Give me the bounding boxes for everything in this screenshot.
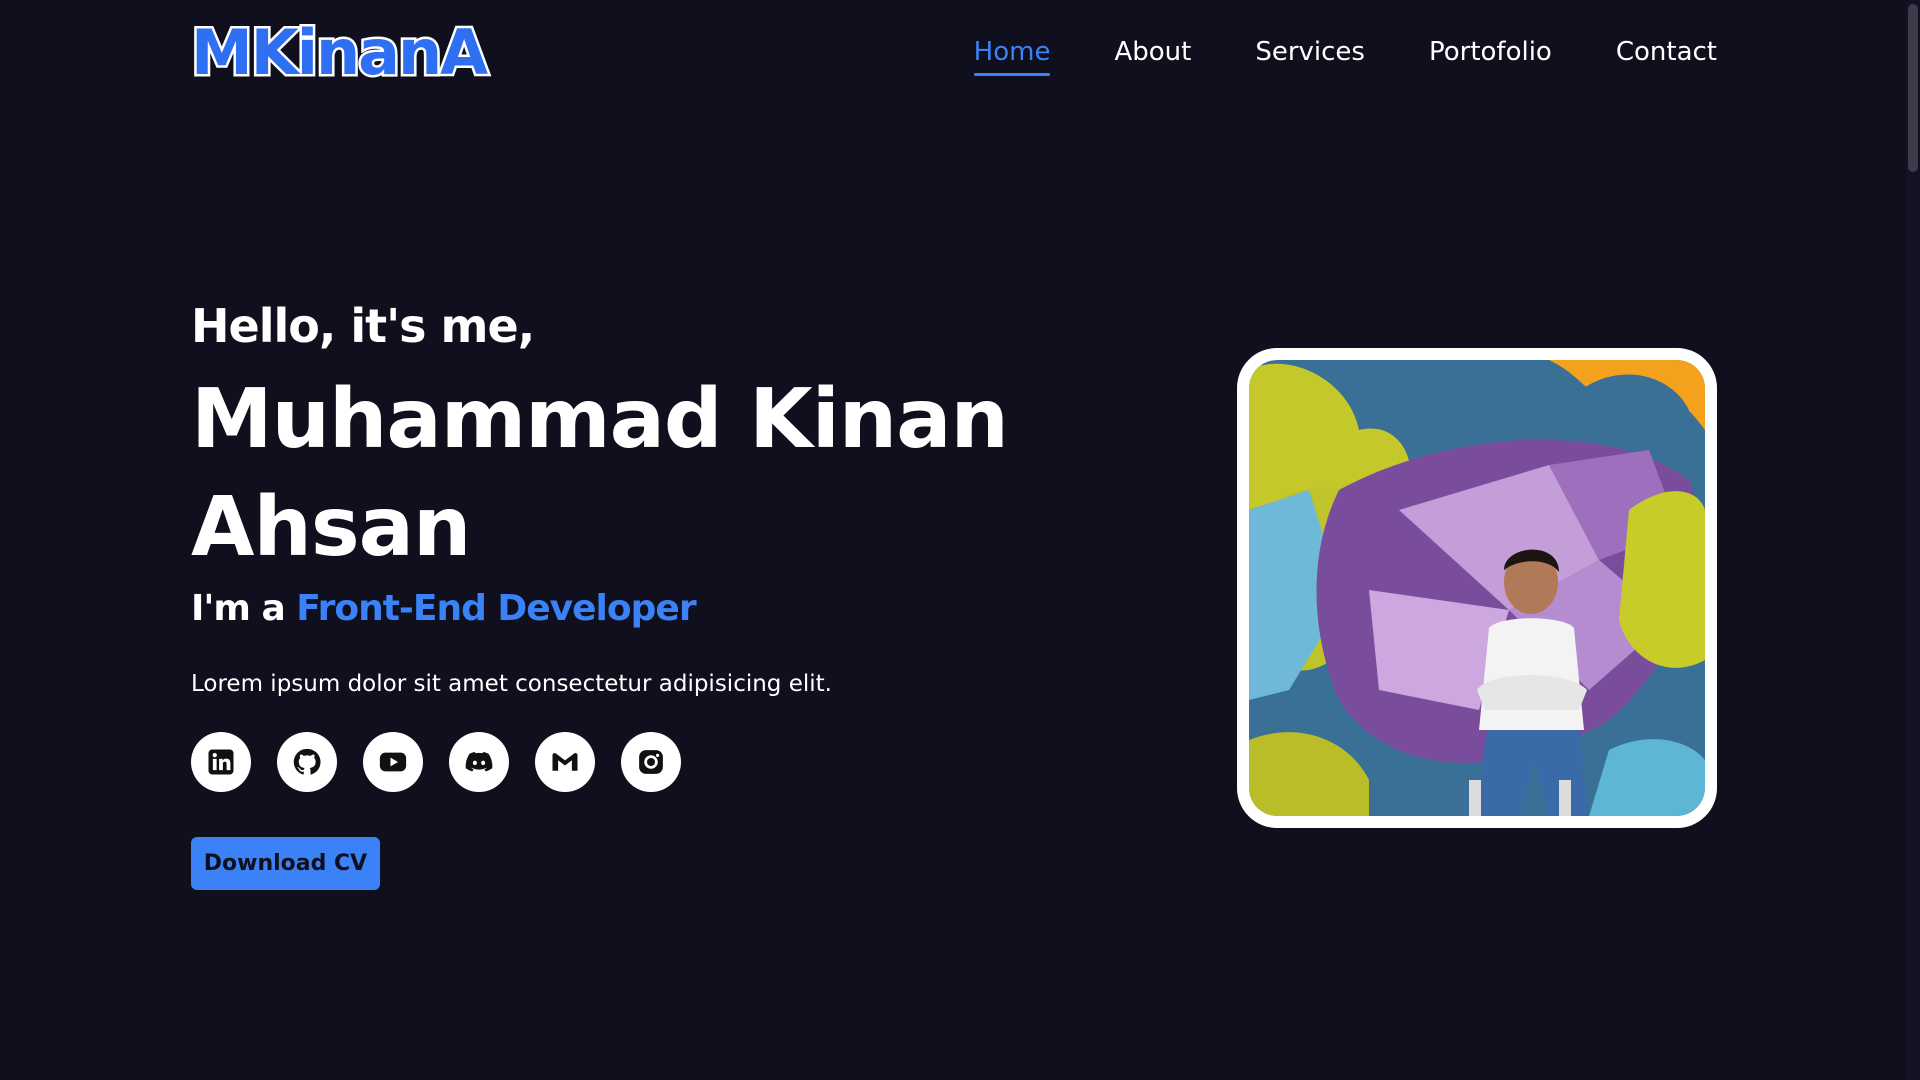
- github-link[interactable]: [277, 732, 337, 792]
- youtube-link[interactable]: [363, 732, 423, 792]
- page: MKinanA Home About Services Portofolio C…: [0, 0, 1920, 1080]
- discord-link[interactable]: [449, 732, 509, 792]
- nav-link-contact[interactable]: Contact: [1616, 32, 1717, 72]
- nav-link-services[interactable]: Services: [1255, 32, 1365, 72]
- youtube-icon: [379, 752, 407, 772]
- github-icon: [293, 748, 321, 775]
- download-cv-button[interactable]: Download CV: [191, 837, 380, 890]
- linkedin-link[interactable]: [191, 732, 251, 792]
- nav-link-about[interactable]: About: [1114, 32, 1191, 72]
- nav-link-home[interactable]: Home: [973, 32, 1050, 76]
- linkedin-icon: [208, 749, 234, 775]
- profile-photo: [1237, 348, 1717, 828]
- gmail-link[interactable]: [535, 732, 595, 792]
- hero-greeting: Hello, it's me,: [191, 299, 535, 353]
- gmail-icon: [552, 753, 578, 771]
- portrait-image: [1249, 360, 1705, 816]
- main-nav: Home About Services Portofolio Contact: [973, 32, 1717, 76]
- role-highlight: Front-End Developer: [296, 588, 696, 629]
- page-scrollbar[interactable]: [1906, 0, 1920, 1080]
- hero-description: Lorem ipsum dolor sit amet consectetur a…: [191, 671, 832, 697]
- discord-icon: [465, 752, 493, 772]
- role-prefix: I'm a: [191, 588, 297, 629]
- hero-role: I'm a Front-End Developer: [191, 584, 697, 634]
- instagram-link[interactable]: [621, 732, 681, 792]
- scrollbar-thumb[interactable]: [1908, 4, 1918, 172]
- nav-link-portofolio[interactable]: Portofolio: [1429, 32, 1552, 72]
- hero-name: Muhammad Kinan Ahsan: [191, 372, 1009, 575]
- social-links: [191, 732, 681, 792]
- instagram-icon: [639, 750, 663, 774]
- site-logo[interactable]: MKinanA: [188, 15, 490, 90]
